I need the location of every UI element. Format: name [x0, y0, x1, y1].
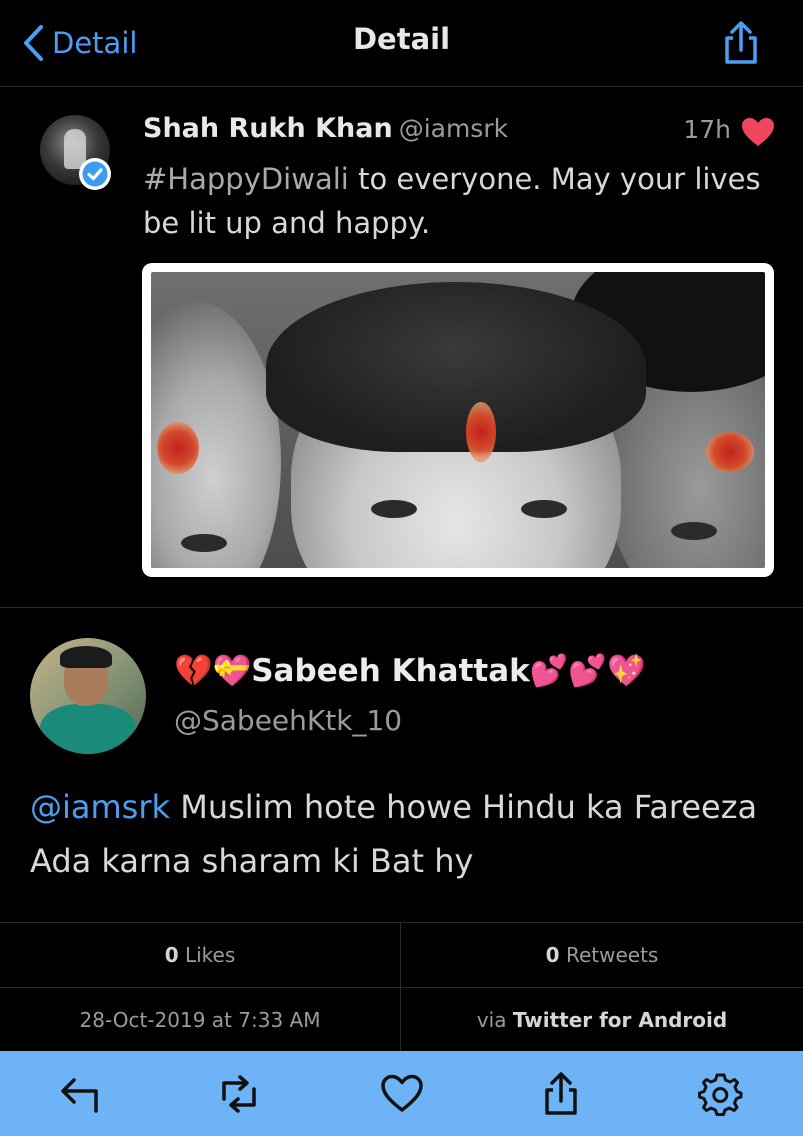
tweet-date: 28-Oct-2019 at 7:33 AM	[0, 988, 401, 1052]
sparkling-heart-emoji: 💖	[606, 653, 646, 689]
retweet-icon	[222, 1075, 256, 1113]
mention-link[interactable]: @iamsrk	[30, 788, 170, 826]
timestamp: 17h	[683, 115, 731, 144]
likes-count: 0	[164, 943, 179, 967]
tweet-stats: 0 Likes 0 Retweets 28-Oct-2019 at 7:33 A…	[0, 923, 803, 1052]
two-hearts-emoji: 💕	[529, 653, 569, 689]
quoted-tweet[interactable]: Shah Rukh Khan @iamsrk 17h #HappyDiwali t…	[0, 87, 803, 608]
author-name[interactable]: Shah Rukh Khan @iamsrk	[143, 113, 508, 144]
heart-icon	[742, 118, 774, 146]
tweet-text: #HappyDiwali to everyone. May your lives…	[143, 157, 773, 245]
retweet-button[interactable]	[216, 1071, 262, 1117]
reply-text: @iamsrk Muslim hote howe Hindu ka Fareez…	[30, 780, 770, 888]
action-toolbar	[0, 1051, 803, 1136]
broken-heart-emoji: 💔	[174, 653, 213, 689]
author-handle: @iamsrk	[398, 114, 509, 143]
reply-icon	[61, 1078, 98, 1113]
hashtag-link[interactable]: #HappyDiwali	[143, 162, 349, 196]
reply-button[interactable]	[56, 1071, 102, 1117]
verified-badge-icon	[79, 158, 111, 190]
via-prefix: via	[476, 1008, 507, 1032]
heart-ribbon-emoji: 💝	[212, 653, 252, 689]
share-button[interactable]	[719, 20, 763, 66]
reply-tweet: 💔 💝 Sabeeh Khattak 💕 💕 💖 @SabeehKtk_10 @iamsr…	[0, 608, 803, 923]
like-icon	[381, 1074, 423, 1112]
avatar[interactable]	[30, 638, 146, 754]
reply-author-handle: @SabeehKtk_10	[174, 704, 403, 737]
likes-label: Likes	[184, 943, 236, 967]
reply-display-name: Sabeeh Khattak	[251, 652, 530, 689]
navigation-bar: Detail Detail	[0, 0, 803, 87]
settings-icon	[698, 1073, 743, 1116]
settings-button[interactable]	[697, 1071, 743, 1117]
tweet-client: via Twitter for Android	[401, 988, 803, 1052]
retweets-count-button[interactable]: 0 Retweets	[401, 923, 803, 988]
retweets-label: Retweets	[565, 943, 659, 967]
two-hearts-emoji: 💕	[568, 653, 607, 689]
tweet-media[interactable]	[142, 263, 774, 577]
author-display-name: Shah Rukh Khan	[143, 113, 393, 144]
tweet-photo	[151, 272, 765, 568]
reply-author-name[interactable]: 💔 💝 Sabeeh Khattak 💕 💕 💖	[174, 652, 646, 690]
retweets-count: 0	[545, 943, 560, 967]
likes-count-button[interactable]: 0 Likes	[0, 923, 401, 988]
client-name: Twitter for Android	[512, 1008, 728, 1032]
share-tweet-button[interactable]	[538, 1071, 584, 1117]
page-title: Detail	[352, 22, 451, 56]
share-icon	[725, 21, 757, 64]
like-button[interactable]	[379, 1071, 425, 1117]
share-icon	[545, 1072, 577, 1115]
